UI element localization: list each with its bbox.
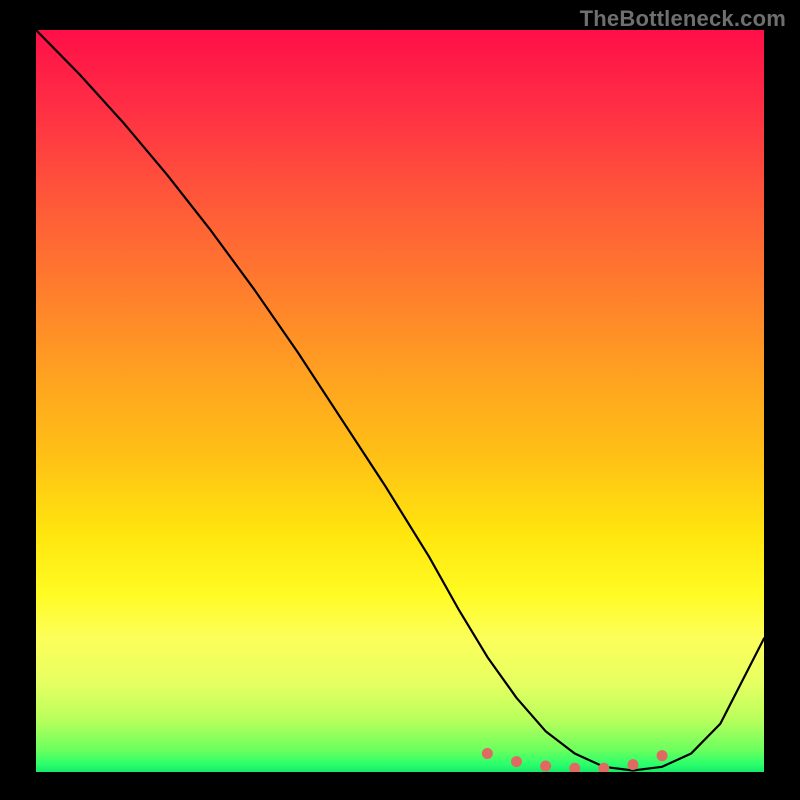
plot-area [36, 30, 764, 772]
marker-dot [657, 750, 668, 761]
marker-dot [540, 761, 551, 772]
marker-dot [482, 748, 493, 759]
marker-dot [627, 759, 638, 770]
watermark-text: TheBottleneck.com [580, 6, 786, 32]
marker-dot [569, 763, 580, 772]
chart-root: TheBottleneck.com [0, 0, 800, 800]
chart-svg [36, 30, 764, 772]
marker-dot [511, 756, 522, 767]
curve-line [36, 30, 764, 771]
marker-dots [482, 748, 668, 772]
